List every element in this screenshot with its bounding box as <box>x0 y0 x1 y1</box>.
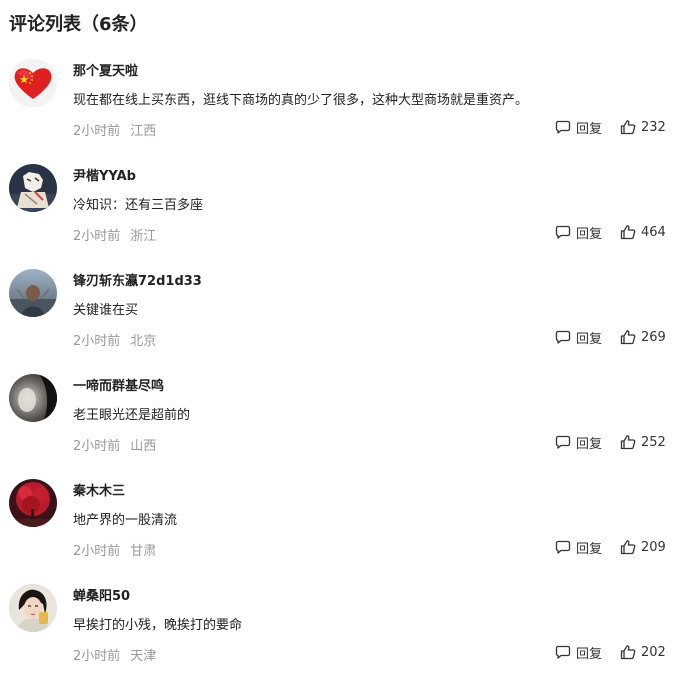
comment-text: 关键谁在买 <box>73 303 139 318</box>
like-button[interactable]: 252 <box>620 432 666 452</box>
comment-time: 2小时前 <box>73 649 121 664</box>
comment-meta: 2小时前 天津 <box>73 645 156 664</box>
comment-meta: 2小时前 山西 <box>73 435 156 454</box>
reply-button[interactable]: 回复 <box>555 327 602 347</box>
comment-bubble-icon <box>555 539 571 555</box>
reply-label: 回复 <box>576 226 603 242</box>
comment-text: 早挨打的小残，晚挨打的要命 <box>73 618 243 633</box>
like-button[interactable]: 209 <box>620 537 666 557</box>
like-count: 202 <box>641 644 666 660</box>
like-count: 252 <box>641 434 666 450</box>
comment-item: 尹楷YYAb 冷知识：还有三百多座 2小时前 浙江 回复 464 <box>0 156 683 256</box>
like-count: 269 <box>641 329 666 345</box>
thumbs-up-icon <box>620 329 636 345</box>
comment-bubble-icon <box>555 224 571 240</box>
comment-location: 江西 <box>130 124 157 139</box>
reply-button[interactable]: 回复 <box>555 222 602 242</box>
comment-bubble-icon <box>555 644 571 660</box>
avatar[interactable] <box>9 374 57 422</box>
comment-location: 浙江 <box>130 229 157 244</box>
comment-time: 2小时前 <box>73 544 121 559</box>
comment-meta: 2小时前 江西 <box>73 120 156 139</box>
comment-location: 甘肃 <box>130 544 157 559</box>
comment-text: 老王眼光还是超前的 <box>73 408 191 423</box>
reply-label: 回复 <box>576 331 603 347</box>
comment-item: 秦木木三 地产界的一股清流 2小时前 甘肃 回复 209 <box>0 471 683 571</box>
comment-meta: 2小时前 浙江 <box>73 225 156 244</box>
avatar[interactable] <box>9 269 57 317</box>
comment-item: 锋刃斩东瀛72d1d33 关键谁在买 2小时前 北京 回复 269 <box>0 261 683 361</box>
reply-button[interactable]: 回复 <box>555 537 602 557</box>
reply-label: 回复 <box>576 646 603 662</box>
comment-username[interactable]: 蝉桑阳50 <box>73 585 130 604</box>
reply-label: 回复 <box>576 541 603 557</box>
like-button[interactable]: 269 <box>620 327 666 347</box>
thumbs-up-icon <box>620 224 636 240</box>
comment-item: 蝉桑阳50 早挨打的小残，晚挨打的要命 2小时前 天津 回复 202 <box>0 576 683 676</box>
comment-username[interactable]: 那个夏天啦 <box>73 60 138 79</box>
thumbs-up-icon <box>620 434 636 450</box>
avatar[interactable] <box>9 164 57 212</box>
reply-button[interactable]: 回复 <box>555 117 602 137</box>
comment-meta: 2小时前 甘肃 <box>73 540 156 559</box>
comment-time: 2小时前 <box>73 439 121 454</box>
comment-username[interactable]: 尹楷YYAb <box>73 165 136 184</box>
avatar[interactable] <box>9 59 57 107</box>
reply-label: 回复 <box>576 121 603 137</box>
comment-location: 山西 <box>130 439 157 454</box>
comment-meta: 2小时前 北京 <box>73 330 156 349</box>
page-title: 评论列表（6条） <box>9 14 148 35</box>
comment-item: 那个夏天啦 现在都在线上买东西，逛线下商场的真的少了很多，这种大型商场就是重资产… <box>0 51 683 151</box>
reply-button[interactable]: 回复 <box>555 642 602 662</box>
comment-username[interactable]: 锋刃斩东瀛72d1d33 <box>73 270 202 289</box>
comment-location: 北京 <box>130 334 157 349</box>
avatar[interactable] <box>9 479 57 527</box>
comment-username[interactable]: 一啼而群基尽鸣 <box>73 375 164 394</box>
thumbs-up-icon <box>620 119 636 135</box>
comment-text: 地产界的一股清流 <box>73 513 178 528</box>
thumbs-up-icon <box>620 644 636 660</box>
reply-button[interactable]: 回复 <box>555 432 602 452</box>
comment-time: 2小时前 <box>73 229 121 244</box>
avatar[interactable] <box>9 584 57 632</box>
reply-label: 回复 <box>576 436 603 452</box>
like-count: 232 <box>641 119 666 135</box>
like-button[interactable]: 464 <box>620 222 666 242</box>
comment-bubble-icon <box>555 329 571 345</box>
thumbs-up-icon <box>620 539 636 555</box>
comment-bubble-icon <box>555 119 571 135</box>
like-count: 209 <box>641 539 666 555</box>
like-button[interactable]: 202 <box>620 642 666 662</box>
comment-item: 一啼而群基尽鸣 老王眼光还是超前的 2小时前 山西 回复 252 <box>0 366 683 466</box>
comment-text: 冷知识：还有三百多座 <box>73 198 204 213</box>
comment-location: 天津 <box>130 649 157 664</box>
like-count: 464 <box>641 224 666 240</box>
like-button[interactable]: 232 <box>620 117 666 137</box>
comment-username[interactable]: 秦木木三 <box>73 480 125 499</box>
comment-text: 现在都在线上买东西，逛线下商场的真的少了很多，这种大型商场就是重资产。 <box>73 93 529 108</box>
comment-time: 2小时前 <box>73 334 121 349</box>
comment-bubble-icon <box>555 434 571 450</box>
comment-time: 2小时前 <box>73 124 121 139</box>
